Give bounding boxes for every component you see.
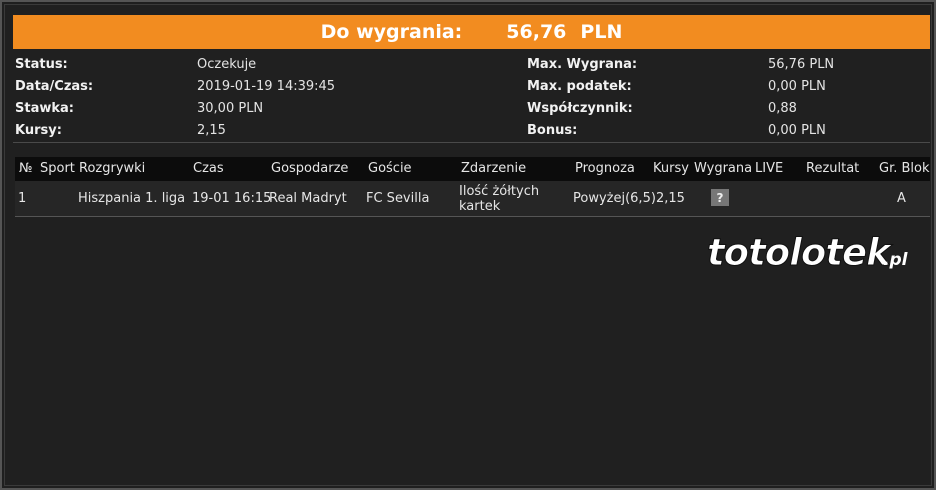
row-prediction: Powyżej(6,5) [573, 191, 656, 206]
coupon-window: Do wygrania: 56,76 PLN Status: Oczekuje … [0, 0, 936, 490]
winnings-currency: PLN [580, 21, 623, 43]
logo-suffix: .pl [883, 250, 909, 270]
col-header-home: Gospodarze [271, 161, 349, 176]
status-value: Oczekuje [197, 57, 257, 72]
col-header-result: Rezultat [806, 161, 860, 176]
row-odds: 2,15 [656, 191, 685, 206]
totolotek-logo: totolotek .pl [707, 231, 909, 275]
datetime-label: Data/Czas: [15, 79, 94, 94]
row-number: 1 [18, 191, 27, 206]
row-home-team: Real Madryt [269, 191, 347, 206]
col-header-away: Goście [368, 161, 412, 176]
table-row[interactable]: 1 Hiszpania 1. liga 19-01 16:15 Real Mad… [15, 181, 930, 217]
max-tax-label: Max. podatek: [527, 79, 632, 94]
col-header-number: № [19, 161, 33, 176]
max-win-value: 56,76 PLN [768, 57, 835, 72]
winnings-label: Do wygrania: [320, 21, 463, 43]
divider [13, 142, 930, 143]
stake-value: 30,00 PLN [197, 101, 264, 116]
bonus-value: 0,00 PLN [768, 123, 826, 138]
col-header-sport: Sport [40, 161, 75, 176]
summary-row: Data/Czas: 2019-01-19 14:39:45 Max. poda… [15, 79, 930, 101]
summary-row: Status: Oczekuje Max. Wygrana: 56,76 PLN [15, 57, 930, 79]
coupon-panel: Do wygrania: 56,76 PLN Status: Oczekuje … [4, 4, 932, 486]
col-header-time: Czas [193, 161, 224, 176]
row-competition: Hiszpania 1. liga [78, 191, 186, 206]
col-header-event: Zdarzenie [461, 161, 527, 176]
bonus-label: Bonus: [527, 123, 578, 138]
datetime-value: 2019-01-19 14:39:45 [197, 79, 336, 94]
status-label: Status: [15, 57, 68, 72]
row-event: Ilość żółtych kartek [459, 184, 540, 214]
row-time: 19-01 16:15 [192, 191, 272, 206]
col-header-odds: Kursy [653, 161, 689, 176]
stake-label: Stawka: [15, 101, 74, 116]
coefficient-value: 0,88 [768, 101, 797, 116]
coefficient-label: Współczynnik: [527, 101, 633, 116]
odds-value: 2,15 [197, 123, 226, 138]
summary-row: Stawka: 30,00 PLN Współczynnik: 0,88 [15, 101, 930, 123]
col-header-win: Wygrana [694, 161, 753, 176]
max-tax-value: 0,00 PLN [768, 79, 826, 94]
col-header-live: LIVE [755, 161, 784, 176]
col-header-group: Gr. Blok [879, 161, 930, 176]
table-header: № Sport Rozgrywki Czas Gospodarze Goście… [15, 157, 930, 181]
row-group: A [897, 191, 906, 206]
max-win-label: Max. Wygrana: [527, 57, 638, 72]
odds-label: Kursy: [15, 123, 62, 138]
col-header-competition: Rozgrywki [79, 161, 146, 176]
col-header-prediction: Prognoza [575, 161, 635, 176]
winnings-banner: Do wygrania: 56,76 PLN [13, 15, 930, 49]
row-away-team: FC Sevilla [366, 191, 430, 206]
win-status-icon[interactable]: ? [711, 189, 729, 206]
logo-text: totolotek [707, 231, 893, 274]
winnings-amount: 56,76 [506, 21, 567, 43]
